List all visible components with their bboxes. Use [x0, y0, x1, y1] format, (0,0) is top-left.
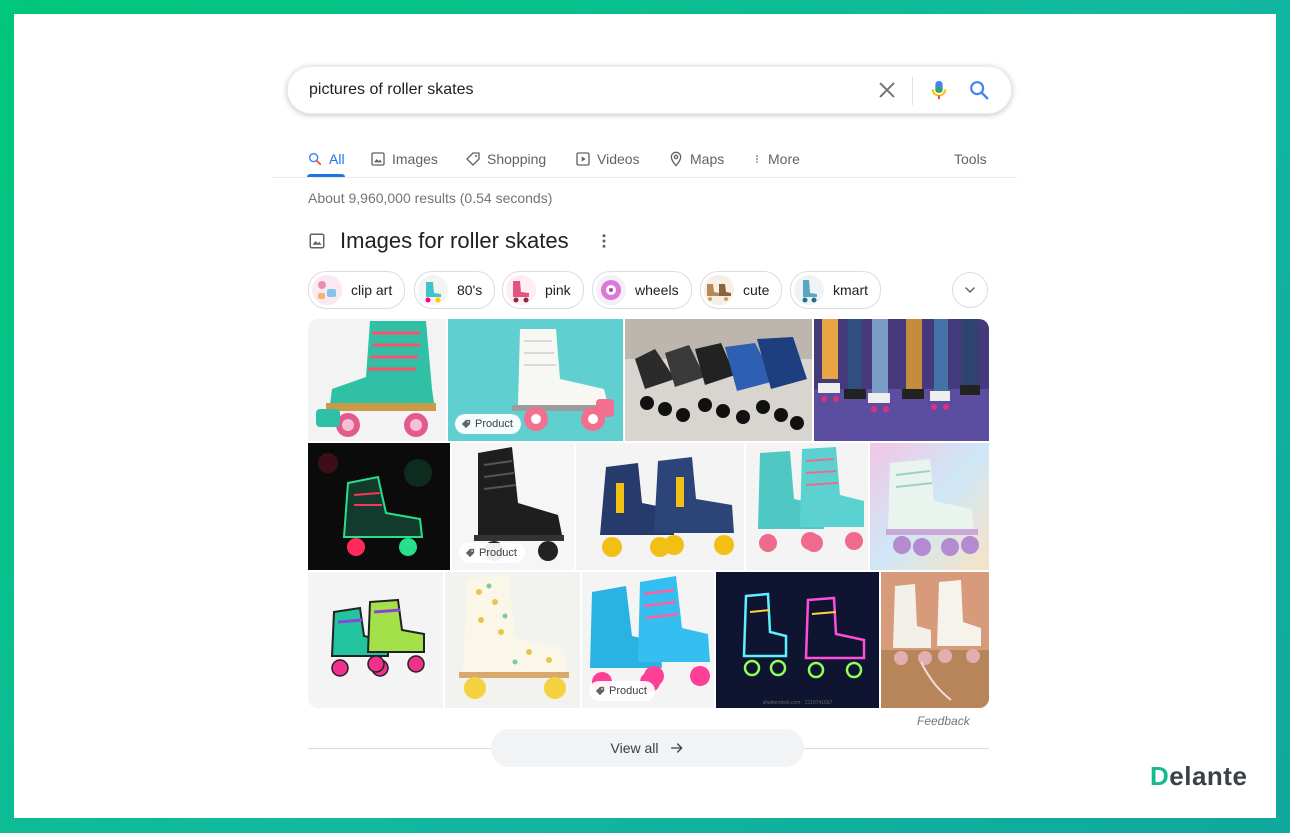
image-result-white-skate[interactable]: Product	[448, 319, 623, 441]
play-icon	[576, 152, 590, 166]
image-result-inline-skates-row[interactable]	[625, 319, 812, 441]
feedback-link[interactable]: Feedback	[917, 714, 970, 728]
image-result-teal-skate[interactable]	[308, 319, 446, 441]
badge-label: Product	[475, 418, 513, 430]
tab-label: Maps	[690, 151, 725, 167]
image-result-neon-skate[interactable]	[308, 443, 450, 570]
search-query[interactable]: pictures of roller skates	[309, 67, 474, 113]
chip-label: clip art	[351, 282, 393, 298]
image-result-vintage-skates[interactable]	[881, 572, 989, 708]
chip-80s[interactable]: 80's	[414, 271, 496, 309]
chip-kmart[interactable]: kmart	[790, 271, 881, 309]
search-icon	[308, 152, 322, 166]
search-icon[interactable]	[968, 79, 990, 101]
image-icon	[371, 152, 385, 166]
chip-label: cute	[743, 282, 770, 298]
pin-icon	[670, 151, 682, 167]
chip-thumbnail	[418, 275, 448, 305]
images-section-title[interactable]: Images for roller skates	[340, 228, 569, 254]
delante-logo: Delante	[1150, 761, 1247, 792]
image-result-pineapple-skate[interactable]	[445, 572, 580, 708]
product-badge: Product	[455, 414, 521, 434]
chip-wheels[interactable]: wheels	[592, 271, 692, 309]
tag-icon	[461, 419, 471, 429]
image-result-pastel-skate[interactable]	[870, 443, 989, 570]
tab-maps[interactable]: Maps	[668, 142, 724, 176]
chip-clip-art[interactable]: clip art	[308, 271, 406, 309]
tab-videos[interactable]: Videos	[575, 142, 640, 176]
image-icon	[309, 233, 325, 249]
logo-text: elante	[1169, 761, 1248, 791]
image-result-mint-skate[interactable]	[746, 443, 868, 570]
product-badge: Product	[459, 543, 525, 563]
search-tabs: All Images Shopping Videos Maps More	[307, 142, 1017, 178]
more-options-icon[interactable]	[595, 232, 613, 250]
image-result-clipart-skates[interactable]	[308, 572, 443, 708]
chip-thumbnail	[506, 275, 536, 305]
tag-icon	[595, 686, 605, 696]
image-result-black-skate[interactable]: Product	[452, 443, 574, 570]
page-frame: pictures of roller skates All Images Sho…	[14, 14, 1276, 818]
dots-vertical-icon	[756, 155, 758, 163]
chips-next-button[interactable]	[952, 272, 988, 308]
tab-shopping[interactable]: Shopping	[465, 142, 546, 176]
tab-label: Videos	[597, 151, 640, 167]
view-all-button[interactable]: View all	[491, 729, 804, 767]
tools-button[interactable]: Tools	[954, 142, 987, 176]
image-watermark: shutterstock.com · 2119741667	[762, 700, 833, 706]
image-grid: Product Product Product shutterstock.com…	[308, 319, 989, 708]
view-all-label: View all	[610, 740, 659, 756]
search-divider	[912, 77, 913, 105]
chip-thumbnail	[794, 275, 824, 305]
chip-thumbnail	[704, 275, 734, 305]
refinement-chips: clip art 80's pink wheels cute kmart	[308, 271, 998, 309]
chip-label: wheels	[635, 282, 679, 298]
image-result-blue-pink-skates[interactable]: Product	[582, 572, 714, 708]
tab-label: All	[329, 151, 345, 167]
chip-cute[interactable]: cute	[700, 271, 783, 309]
chevron-down-icon	[965, 287, 975, 293]
image-result-neon-line-skates[interactable]: shutterstock.com · 2119741667	[716, 572, 879, 708]
product-badge: Product	[589, 681, 655, 701]
arrow-right-icon	[670, 743, 682, 753]
microphone-icon[interactable]	[928, 78, 950, 102]
tab-label: Images	[392, 151, 438, 167]
close-icon[interactable]	[876, 79, 898, 101]
tab-more[interactable]: More	[752, 142, 800, 176]
chip-label: 80's	[457, 282, 483, 298]
logo-letter: D	[1150, 761, 1170, 791]
image-result-navy-yellow-skates[interactable]	[576, 443, 744, 570]
tag-icon	[466, 152, 480, 166]
result-stats: About 9,960,000 results (0.54 seconds)	[308, 190, 553, 206]
chip-thumbnail	[596, 275, 626, 305]
tab-label: More	[768, 151, 800, 167]
tag-icon	[465, 548, 475, 558]
badge-label: Product	[609, 685, 647, 697]
chip-pink[interactable]: pink	[502, 271, 584, 309]
tab-label: Shopping	[487, 151, 547, 167]
chip-label: pink	[545, 282, 571, 298]
chip-label: kmart	[833, 282, 868, 298]
chip-thumbnail	[312, 275, 342, 305]
badge-label: Product	[479, 547, 517, 559]
tabs-divider	[272, 177, 1017, 178]
tab-images[interactable]: Images	[370, 142, 438, 176]
tab-all[interactable]: All	[307, 142, 345, 177]
image-result-rink-legs[interactable]	[814, 319, 989, 441]
images-section-header: Images for roller skates	[308, 226, 613, 256]
search-box[interactable]: pictures of roller skates	[287, 66, 1012, 114]
